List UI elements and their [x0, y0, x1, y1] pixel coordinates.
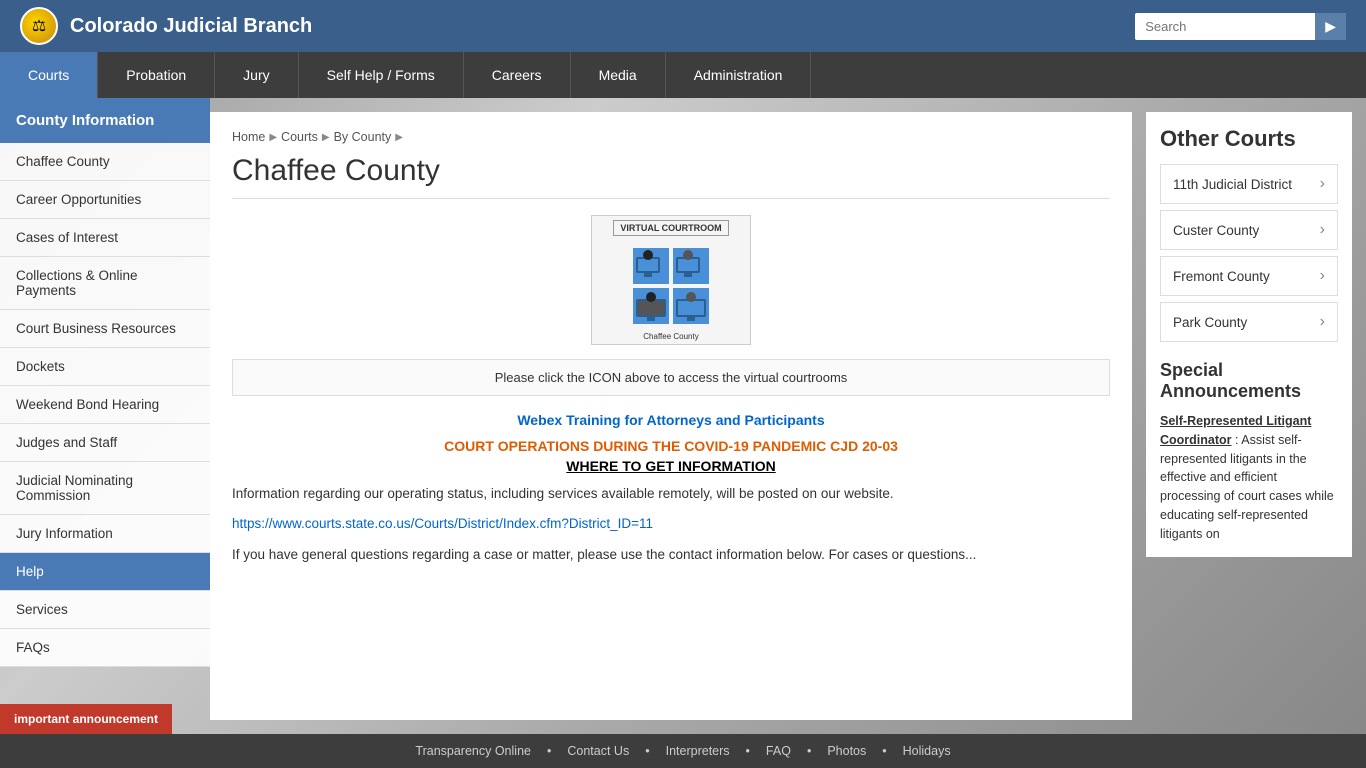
sidebar-item-jury-information[interactable]: Jury Information	[0, 515, 210, 553]
court-link-park-county[interactable]: Park County ›	[1160, 302, 1338, 342]
county-label: Chaffee County	[643, 332, 698, 341]
court-link-custer-county[interactable]: Custer County ›	[1160, 210, 1338, 250]
nav-item-media[interactable]: Media	[571, 52, 666, 98]
court-link-label: Custer County	[1173, 223, 1259, 238]
other-courts-title: Other Courts	[1160, 126, 1338, 152]
footer-link-faq[interactable]: FAQ	[766, 744, 791, 758]
announcement-text: Self-Represented Litigant Coordinator : …	[1160, 412, 1338, 543]
ann-body: : Assist self-represented litigants in t…	[1160, 433, 1334, 541]
breadcrumb-by-county[interactable]: By County	[334, 130, 392, 144]
special-announcements-title: Special Announcements	[1160, 360, 1338, 402]
breadcrumb-sep-2: ▶	[322, 132, 330, 143]
click-icon-note: Please click the ICON above to access th…	[232, 359, 1110, 396]
footer-link-photos[interactable]: Photos	[827, 744, 866, 758]
nav-item-courts[interactable]: Courts	[0, 52, 98, 98]
court-link-label: Fremont County	[1173, 269, 1270, 284]
court-ops-number: 20-03	[862, 438, 898, 454]
sidebar-item-help[interactable]: Help	[0, 553, 210, 591]
sidebar-item-court-business-resources[interactable]: Court Business Resources	[0, 310, 210, 348]
site-header: ⚖ Colorado Judicial Branch ▶	[0, 0, 1366, 52]
chevron-right-icon: ›	[1320, 267, 1325, 285]
footer-separator: •	[807, 744, 811, 758]
nav-item-careers[interactable]: Careers	[464, 52, 571, 98]
inner-layout: Home ▶ Courts ▶ By County ▶ Chaffee Coun…	[210, 98, 1366, 734]
search-bar[interactable]: ▶	[1135, 13, 1346, 40]
footer-separator: •	[746, 744, 750, 758]
page-title: Chaffee County	[232, 154, 1110, 199]
important-announcement-banner[interactable]: important announcement	[0, 704, 172, 734]
court-ops-text: COURT OPERATIONS DURING THE COVID-19 PAN…	[444, 438, 858, 454]
where-info-heading: WHERE TO GET INFORMATION	[232, 458, 1110, 474]
chevron-right-icon: ›	[1320, 175, 1325, 193]
nav-item-probation[interactable]: Probation	[98, 52, 215, 98]
breadcrumb-sep-3: ▶	[395, 132, 403, 143]
sidebar-heading: County Information	[0, 98, 210, 143]
nav-item-self-help-/-forms[interactable]: Self Help / Forms	[299, 52, 464, 98]
court-link-label: Park County	[1173, 315, 1247, 330]
sidebar-item-judges-and-staff[interactable]: Judges and Staff	[0, 424, 210, 462]
court-link-11th-judicial-district[interactable]: 11th Judicial District ›	[1160, 164, 1338, 204]
footer-link-interpreters[interactable]: Interpreters	[666, 744, 730, 758]
court-link-fremont-county[interactable]: Fremont County ›	[1160, 256, 1338, 296]
footer-link-holidays[interactable]: Holidays	[903, 744, 951, 758]
vc-icon-4	[673, 288, 709, 324]
body-text-2: If you have general questions regarding …	[232, 545, 1110, 565]
main-navigation: CourtsProbationJurySelf Help / FormsCare…	[0, 52, 1366, 98]
court-links-container: 11th Judicial District›Custer County›Fre…	[1160, 164, 1338, 342]
vc-icon-1	[633, 248, 669, 284]
search-button[interactable]: ▶	[1315, 13, 1346, 40]
vc-icon-3	[633, 288, 669, 324]
footer-separator: •	[882, 744, 886, 758]
footer-link-transparency-online[interactable]: Transparency Online	[415, 744, 531, 758]
header-branding: ⚖ Colorado Judicial Branch	[20, 7, 312, 45]
nav-item-administration[interactable]: Administration	[666, 52, 812, 98]
chevron-right-icon: ›	[1320, 221, 1325, 239]
sidebar-item-weekend-bond-hearing[interactable]: Weekend Bond Hearing	[0, 386, 210, 424]
court-link-label: 11th Judicial District	[1173, 177, 1292, 192]
district-link[interactable]: https://www.courts.state.co.us/Courts/Di…	[232, 516, 653, 531]
site-title: Colorado Judicial Branch	[70, 15, 312, 38]
nav-item-jury[interactable]: Jury	[215, 52, 298, 98]
search-input[interactable]	[1135, 14, 1315, 39]
site-logo: ⚖	[20, 7, 58, 45]
breadcrumb-courts[interactable]: Courts	[281, 130, 318, 144]
sidebar-item-judicial-nominating-commission[interactable]: Judicial Nominating Commission	[0, 462, 210, 515]
footer-separator: •	[645, 744, 649, 758]
sidebar-item-services[interactable]: Services	[0, 591, 210, 629]
sidebar-item-collections-&-online-payments[interactable]: Collections & Online Payments	[0, 257, 210, 310]
court-ops-title: COURT OPERATIONS DURING THE COVID-19 PAN…	[232, 438, 1110, 454]
content-wrapper: County Information Chaffee CountyCareer …	[0, 98, 1366, 734]
chevron-right-icon: ›	[1320, 313, 1325, 331]
breadcrumb: Home ▶ Courts ▶ By County ▶	[232, 130, 1110, 144]
sidebar-item-career-opportunities[interactable]: Career Opportunities	[0, 181, 210, 219]
main-content: Home ▶ Courts ▶ By County ▶ Chaffee Coun…	[210, 112, 1132, 720]
body-wrapper: County Information Chaffee CountyCareer …	[0, 98, 1366, 734]
body-text-1: Information regarding our operating stat…	[232, 484, 1110, 504]
vc-icons-grid	[629, 244, 713, 328]
sidebar: County Information Chaffee CountyCareer …	[0, 98, 210, 734]
footer-link-contact-us[interactable]: Contact Us	[567, 744, 629, 758]
footer-separator: •	[547, 744, 551, 758]
right-panel: Other Courts 11th Judicial District›Cust…	[1146, 98, 1366, 734]
breadcrumb-home[interactable]: Home	[232, 130, 265, 144]
sidebar-item-faqs[interactable]: FAQs	[0, 629, 210, 667]
virtual-courtroom-image[interactable]: VIRTUAL COURTROOM	[591, 215, 751, 345]
sidebar-item-dockets[interactable]: Dockets	[0, 348, 210, 386]
sidebar-item-cases-of-interest[interactable]: Cases of Interest	[0, 219, 210, 257]
webex-link[interactable]: Webex Training for Attorneys and Partici…	[232, 412, 1110, 428]
footer: Transparency Online • Contact Us • Interpret…	[0, 734, 1366, 768]
virtual-courtroom-label: VIRTUAL COURTROOM	[613, 220, 728, 236]
right-panel-inner: Other Courts 11th Judicial District›Cust…	[1146, 112, 1352, 557]
breadcrumb-sep-1: ▶	[269, 132, 277, 143]
sidebar-item-chaffee-county[interactable]: Chaffee County	[0, 143, 210, 181]
vc-icon-2	[673, 248, 709, 284]
